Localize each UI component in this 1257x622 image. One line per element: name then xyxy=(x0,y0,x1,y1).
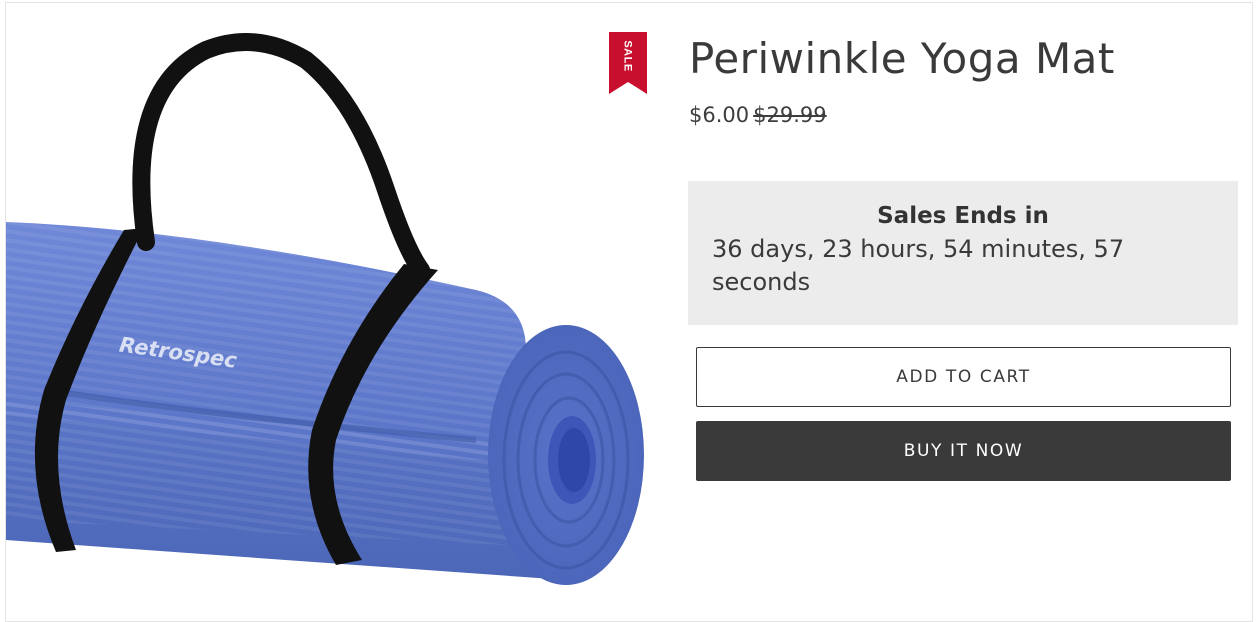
countdown-heading: Sales Ends in xyxy=(877,203,1049,229)
compare-at-price: $29.99 xyxy=(753,103,827,127)
product-title: Periwinkle Yoga Mat xyxy=(689,34,1115,83)
price-line: $6.00 $29.99 xyxy=(689,103,827,127)
sale-countdown: Sales Ends in 36 days, 23 hours, 54 minu… xyxy=(688,181,1238,325)
product-image: Retrospec xyxy=(6,33,644,585)
strap-handle xyxy=(132,33,430,279)
add-to-cart-button[interactable]: ADD TO CART xyxy=(696,347,1231,407)
sale-badge: SALE xyxy=(609,32,647,94)
sale-price: $6.00 xyxy=(689,103,750,127)
countdown-timer: 36 days, 23 hours, 54 minutes, 57 second… xyxy=(712,235,1125,296)
sale-badge-label: SALE xyxy=(622,40,634,72)
buy-it-now-button[interactable]: BUY IT NOW xyxy=(696,421,1231,481)
